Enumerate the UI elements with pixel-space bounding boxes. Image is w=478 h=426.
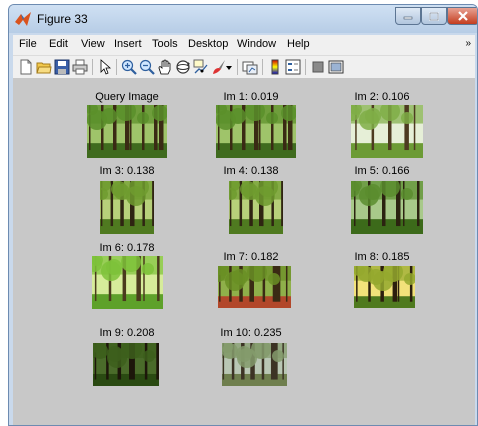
forest-image [216, 105, 296, 158]
hide-plot-tools-icon[interactable] [310, 59, 326, 75]
menu-insert[interactable]: Insert [114, 38, 142, 50]
figure-window: Figure 33 File Edit View Insert Tools De… [8, 4, 478, 426]
print-icon[interactable] [72, 59, 88, 75]
menu-tools[interactable]: Tools [152, 38, 178, 50]
pan-hand-icon[interactable] [157, 59, 173, 75]
insert-colorbar-icon[interactable] [267, 59, 283, 75]
minimize-icon [403, 16, 413, 20]
forest-image [87, 105, 167, 158]
forest-image [93, 343, 159, 386]
subplot-title: Im 5: 0.166 [354, 165, 410, 177]
menu-help[interactable]: Help [287, 38, 310, 50]
zoom-in-icon[interactable] [121, 59, 137, 75]
insert-legend-icon[interactable] [285, 59, 301, 75]
show-plot-tools-icon[interactable] [328, 59, 344, 75]
maximize-button[interactable] [421, 7, 447, 25]
figure-canvas: Query Image Im 1: 0.019 Im 2: 0.106 Im 3: 0… [13, 79, 475, 425]
forest-image [229, 181, 283, 234]
toolbar-separator [237, 59, 238, 75]
select-arrow-icon[interactable] [97, 59, 113, 75]
forest-image [351, 105, 423, 158]
zoom-out-icon[interactable] [139, 59, 155, 75]
toolbar-separator [92, 59, 93, 75]
menu-edit[interactable]: Edit [49, 38, 68, 50]
toolbar-separator [116, 59, 117, 75]
forest-image [100, 181, 154, 234]
subplot-title: Im 7: 0.182 [223, 251, 279, 263]
rotate-3d-icon[interactable] [175, 59, 191, 75]
menu-bar: File Edit View Insert Tools Desktop Wind… [13, 35, 475, 56]
subplot-title: Im 3: 0.138 [99, 165, 155, 177]
window-title: Figure 33 [37, 12, 88, 26]
menu-desktop[interactable]: Desktop [188, 38, 228, 50]
maximize-icon [429, 11, 439, 21]
menu-window[interactable]: Window [237, 38, 276, 50]
forest-image [354, 266, 415, 308]
link-plot-icon[interactable] [242, 59, 258, 75]
menu-overflow-icon[interactable]: » [465, 38, 471, 49]
open-file-icon[interactable] [36, 59, 52, 75]
forest-image [218, 266, 291, 308]
subplot-title: Query Image [95, 91, 159, 103]
minimize-button[interactable] [395, 7, 421, 25]
title-bar[interactable]: Figure 33 [9, 5, 477, 33]
subplot-title: Im 10: 0.235 [220, 327, 282, 339]
subplot-title: Im 2: 0.106 [354, 91, 410, 103]
forest-image [351, 181, 423, 234]
new-figure-icon[interactable] [18, 59, 34, 75]
subplot-title: Im 8: 0.185 [354, 251, 410, 263]
menu-file[interactable]: File [19, 38, 37, 50]
close-button[interactable] [447, 7, 477, 25]
brush-dropdown-icon[interactable] [225, 59, 233, 75]
toolbar-separator [262, 59, 263, 75]
close-icon [458, 11, 468, 21]
forest-image [222, 343, 287, 386]
subplot-title: Im 6: 0.178 [99, 242, 155, 254]
data-cursor-icon[interactable] [193, 59, 209, 75]
subplot-title: Im 1: 0.019 [223, 91, 279, 103]
menu-view[interactable]: View [81, 38, 105, 50]
figure-toolbar [13, 56, 475, 79]
toolbar-separator [305, 59, 306, 75]
subplot-title: Im 9: 0.208 [99, 327, 155, 339]
save-icon[interactable] [54, 59, 70, 75]
subplot-title: Im 4: 0.138 [223, 165, 279, 177]
matlab-logo-icon [15, 12, 31, 26]
forest-image [92, 256, 163, 309]
